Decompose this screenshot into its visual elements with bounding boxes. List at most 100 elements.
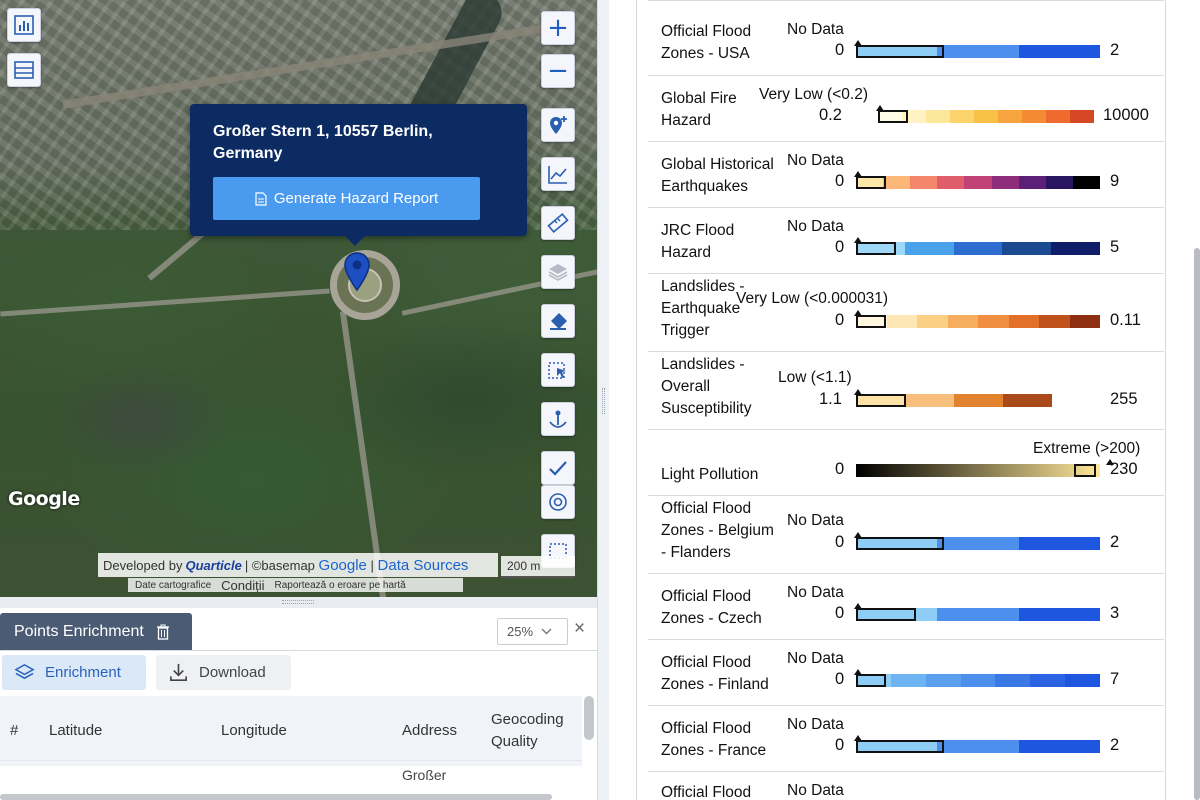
- legend-max-value: 2: [1110, 736, 1120, 754]
- legend-row: Official Flood No Data: [648, 772, 1164, 800]
- legend-color-step: [1018, 45, 1100, 58]
- legend-color-step: [1018, 608, 1100, 621]
- legend-min-value: 0: [835, 604, 845, 622]
- horizontal-scrollbar[interactable]: [0, 794, 552, 800]
- close-panel-button[interactable]: ×: [574, 618, 590, 642]
- splitter-grip: [602, 388, 605, 414]
- map-data-link[interactable]: Date cartografice: [135, 580, 211, 591]
- zoom-in-button[interactable]: +: [541, 11, 575, 45]
- legend-current-value: No Data: [787, 782, 844, 799]
- vertical-scrollbar[interactable]: [584, 696, 594, 740]
- enrichment-label: Enrichment: [45, 664, 121, 681]
- location-pin-icon[interactable]: [343, 252, 371, 292]
- column-header-longitude[interactable]: Longitude: [221, 696, 287, 766]
- legend-scrollbar[interactable]: [1194, 248, 1200, 800]
- download-icon: [170, 663, 187, 681]
- download-label: Download: [199, 664, 266, 681]
- legend-color-scale: [856, 315, 1100, 328]
- legend-layer-name-line: Official Flood: [661, 654, 752, 671]
- legend-layer-name-line: Zones - Finland: [661, 676, 769, 693]
- legend-color-step: [925, 674, 961, 687]
- add-location-icon: [550, 116, 567, 134]
- enrichment-button[interactable]: Enrichment: [2, 655, 146, 690]
- legend-min-value: 1.1: [819, 390, 842, 408]
- quarticle-logo[interactable]: Quarticle: [186, 558, 242, 573]
- legend-color-step: [1018, 176, 1046, 189]
- horizontal-splitter[interactable]: [0, 597, 597, 608]
- minus-icon: −: [547, 56, 569, 86]
- legend-layer-name-line: Official Flood: [661, 500, 752, 517]
- eraser-icon: [550, 313, 567, 330]
- legend-layer-name: Official Flood Zones - Czech: [661, 586, 762, 630]
- legend-current-value: Low (<1.1): [778, 369, 852, 386]
- terms-link[interactable]: Condiții: [221, 578, 264, 593]
- splitter-grip: [282, 600, 314, 604]
- add-location-button[interactable]: [541, 108, 575, 142]
- target-icon: [549, 493, 567, 511]
- legend-max-value: 230: [1110, 460, 1138, 478]
- column-header-address[interactable]: Address: [402, 696, 457, 766]
- zoom-out-button[interactable]: −: [541, 54, 575, 88]
- legend-row: JRC Flood Hazard No Data 0 5: [648, 208, 1164, 274]
- eraser-button[interactable]: [541, 304, 575, 338]
- column-header-geocoding-line1: Geocoding: [491, 711, 564, 728]
- legend-layer-name-line: Official Flood: [661, 720, 752, 737]
- vertical-splitter[interactable]: [597, 0, 609, 800]
- legend-row: Landslides - Overall Susceptibility Low (<1…: [648, 352, 1164, 430]
- plus-icon: +: [547, 13, 569, 43]
- target-button[interactable]: [541, 485, 575, 519]
- list-panel-button[interactable]: [7, 53, 41, 87]
- select-area-button[interactable]: [541, 353, 575, 387]
- legend-color-step: [1018, 537, 1100, 550]
- legend-max-value: 3: [1110, 604, 1120, 622]
- table-row[interactable]: Großer: [0, 760, 582, 792]
- chart-panel-icon: [14, 15, 34, 35]
- legend-layer-name-line: - Flanders: [661, 544, 731, 561]
- legend-marker-tick: [876, 105, 884, 111]
- legend-color-scale: [856, 176, 1100, 189]
- legend-color-step: [886, 315, 917, 328]
- google-link[interactable]: Google: [319, 557, 367, 574]
- generate-hazard-report-button[interactable]: Generate Hazard Report: [213, 177, 480, 220]
- report-error-link[interactable]: Raportează o eroare pe hartă: [275, 580, 406, 591]
- tab-divider: [0, 650, 597, 651]
- ruler-button[interactable]: [541, 206, 575, 240]
- legend-color-step: [890, 674, 926, 687]
- chart-panel-button[interactable]: [7, 8, 41, 42]
- points-enrichment-tab[interactable]: Points Enrichment: [0, 613, 192, 651]
- anchor-button[interactable]: [541, 402, 575, 436]
- column-header-geocoding-quality[interactable]: Geocoding Quality: [491, 696, 564, 766]
- legend-current-value: No Data: [787, 21, 844, 38]
- legend-layer-name-line: Landslides -: [661, 356, 745, 373]
- legend-layer-name: Global Fire Hazard: [661, 88, 737, 132]
- legend-color-step: [1065, 674, 1101, 687]
- legend-marker-tick: [854, 237, 862, 243]
- data-sources-link[interactable]: Data Sources: [378, 557, 469, 574]
- developed-by-text: Developed by: [103, 557, 183, 573]
- legend-layer-name: Light Pollution: [661, 464, 758, 486]
- legend-color-step: [937, 740, 1019, 753]
- column-header-latitude[interactable]: Latitude: [49, 696, 102, 766]
- line-chart-button[interactable]: [541, 157, 575, 191]
- legend-layer-name-line: JRC Flood: [661, 222, 735, 239]
- check-button[interactable]: [541, 451, 575, 485]
- trash-icon[interactable]: [156, 624, 170, 640]
- table-header: # Latitude Longitude Address Geocoding Q…: [0, 696, 582, 766]
- legend-layer-name: Official Flood Zones - Belgium - Flanders: [661, 498, 774, 564]
- anchor-icon: [549, 410, 567, 428]
- legend-marker-tick: [854, 171, 862, 177]
- layers-button[interactable]: [541, 255, 575, 289]
- legend-value-marker: [856, 176, 886, 189]
- legend-current-value: No Data: [787, 650, 844, 667]
- zoom-select[interactable]: 25%: [497, 618, 568, 645]
- download-button[interactable]: Download: [156, 655, 291, 690]
- map-view[interactable]: + − Großer Stern 1, 10557 Berlin, German…: [0, 0, 597, 597]
- legend-color-step: [1046, 110, 1070, 123]
- legend-color-step: [917, 315, 948, 328]
- points-enrichment-title: Points Enrichment: [14, 623, 144, 640]
- column-header-index[interactable]: #: [10, 696, 18, 766]
- legend-max-value: 5: [1110, 238, 1120, 256]
- legend-min-value: 0: [835, 670, 845, 688]
- legend-color-step: [1002, 242, 1052, 255]
- legend-value-marker: [878, 110, 908, 123]
